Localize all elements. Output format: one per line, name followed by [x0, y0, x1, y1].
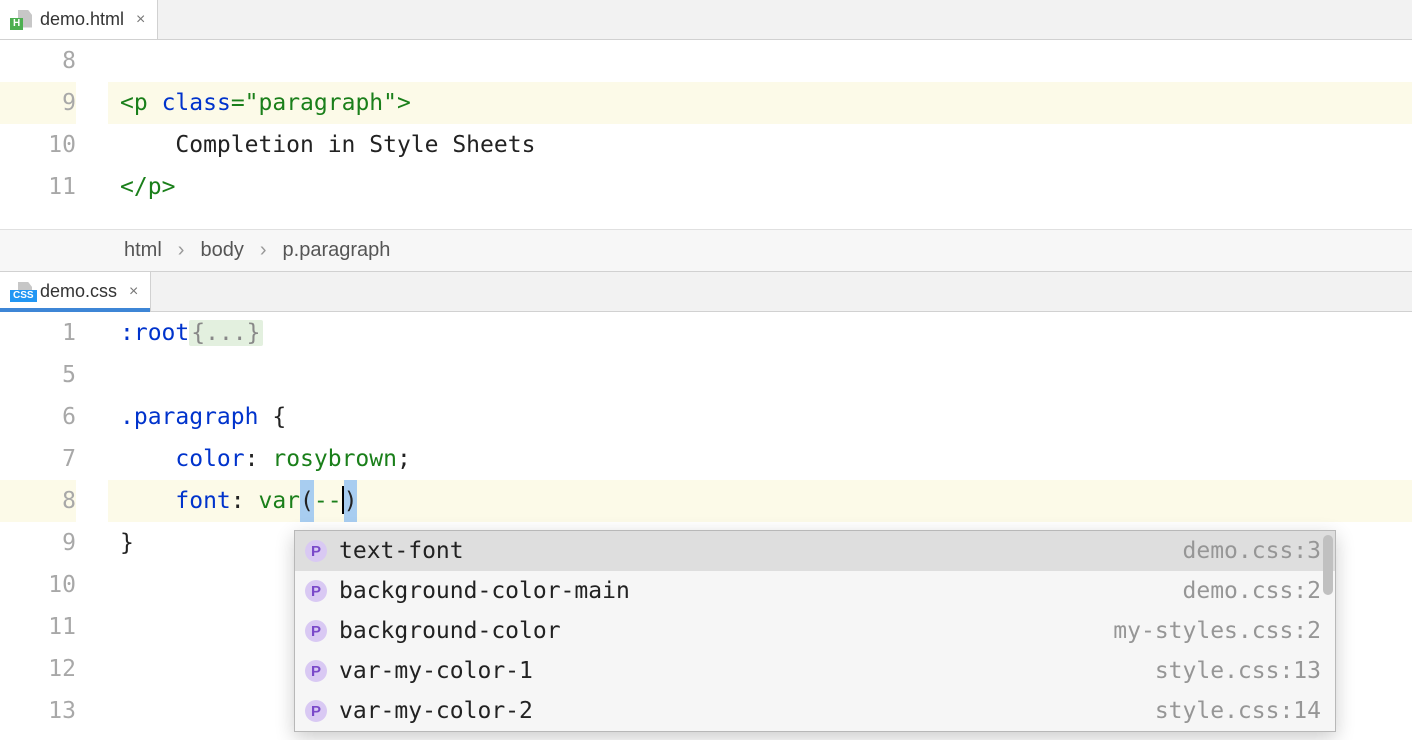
completion-location: style.css:14 [1155, 698, 1321, 724]
close-icon[interactable]: × [136, 11, 145, 29]
property-icon: P [305, 620, 327, 642]
completion-item[interactable]: Pbackground-color my-styles.css:2 [295, 611, 1335, 651]
completion-item[interactable]: Pbackground-color-main demo.css:2 [295, 571, 1335, 611]
top-gutter: 891011 [0, 40, 108, 229]
completion-label: var-my-color-1 [339, 658, 1143, 684]
scrollbar[interactable] [1323, 535, 1333, 595]
code-line[interactable]: color: rosybrown; [108, 438, 1412, 480]
tab-filename: demo.html [40, 9, 124, 30]
line-number: 10 [0, 124, 76, 166]
line-number: 8 [0, 40, 76, 82]
line-number: 8 [0, 480, 76, 522]
line-number: 5 [0, 354, 76, 396]
code-line[interactable] [108, 40, 1412, 82]
text-caret [342, 486, 344, 514]
top-code-area[interactable]: <p class="paragraph"> Completion in Styl… [108, 40, 1412, 229]
top-tab-bar: H demo.html × [0, 0, 1412, 40]
completion-popup[interactable]: Ptext-font demo.css:3 Pbackground-color-ma… [294, 530, 1336, 732]
completion-label: var-my-color-2 [339, 698, 1143, 724]
completion-item[interactable]: Pvar-my-color-1 style.css:13 [295, 651, 1335, 691]
chevron-right-icon: › [260, 239, 267, 262]
line-number: 7 [0, 438, 76, 480]
line-number: 9 [0, 522, 76, 564]
top-editor-pane: H demo.html × 891011 <p class="paragraph… [0, 0, 1412, 272]
code-line[interactable] [108, 354, 1412, 396]
code-line[interactable]: :root{...} [108, 312, 1412, 354]
line-number: 13 [0, 690, 76, 732]
line-number: 6 [0, 396, 76, 438]
code-line[interactable]: .paragraph { [108, 396, 1412, 438]
crumb-body[interactable]: body [200, 239, 243, 262]
code-line[interactable]: Completion in Style Sheets [108, 124, 1412, 166]
line-number: 11 [0, 166, 76, 208]
completion-location: demo.css:2 [1183, 578, 1321, 604]
completion-item[interactable]: Ptext-font demo.css:3 [295, 531, 1335, 571]
breadcrumb[interactable]: html › body › p.paragraph [0, 229, 1412, 271]
completion-location: style.css:13 [1155, 658, 1321, 684]
line-number: 12 [0, 648, 76, 690]
line-number: 11 [0, 606, 76, 648]
property-icon: P [305, 540, 327, 562]
line-number: 1 [0, 312, 76, 354]
code-line[interactable]: <p class="paragraph"> [108, 82, 1412, 124]
completion-label: text-font [339, 538, 1171, 564]
line-number: 10 [0, 564, 76, 606]
property-icon: P [305, 660, 327, 682]
line-number: 9 [0, 82, 76, 124]
crumb-p[interactable]: p.paragraph [283, 239, 391, 262]
code-line[interactable]: font: var(--) [108, 480, 1412, 522]
top-code-editor[interactable]: 891011 <p class="paragraph"> Completion … [0, 40, 1412, 229]
code-line[interactable]: </p> [108, 166, 1412, 208]
css-file-icon: CSS [10, 284, 32, 300]
completion-label: background-color-main [339, 578, 1171, 604]
tab-demo-html[interactable]: H demo.html × [0, 0, 158, 39]
tab-demo-css[interactable]: CSS demo.css × [0, 272, 151, 311]
completion-label: background-color [339, 618, 1101, 644]
property-icon: P [305, 580, 327, 602]
completion-item[interactable]: Pvar-my-color-2 style.css:14 [295, 691, 1335, 731]
completion-location: demo.css:3 [1183, 538, 1321, 564]
html-file-icon: H [10, 12, 32, 28]
tab-filename: demo.css [40, 281, 117, 302]
property-icon: P [305, 700, 327, 722]
close-icon[interactable]: × [129, 283, 138, 301]
completion-location: my-styles.css:2 [1113, 618, 1321, 644]
crumb-html[interactable]: html [124, 239, 162, 262]
bottom-gutter: 15678910111213 [0, 312, 108, 740]
bottom-tab-bar: CSS demo.css × [0, 272, 1412, 312]
chevron-right-icon: › [178, 239, 185, 262]
